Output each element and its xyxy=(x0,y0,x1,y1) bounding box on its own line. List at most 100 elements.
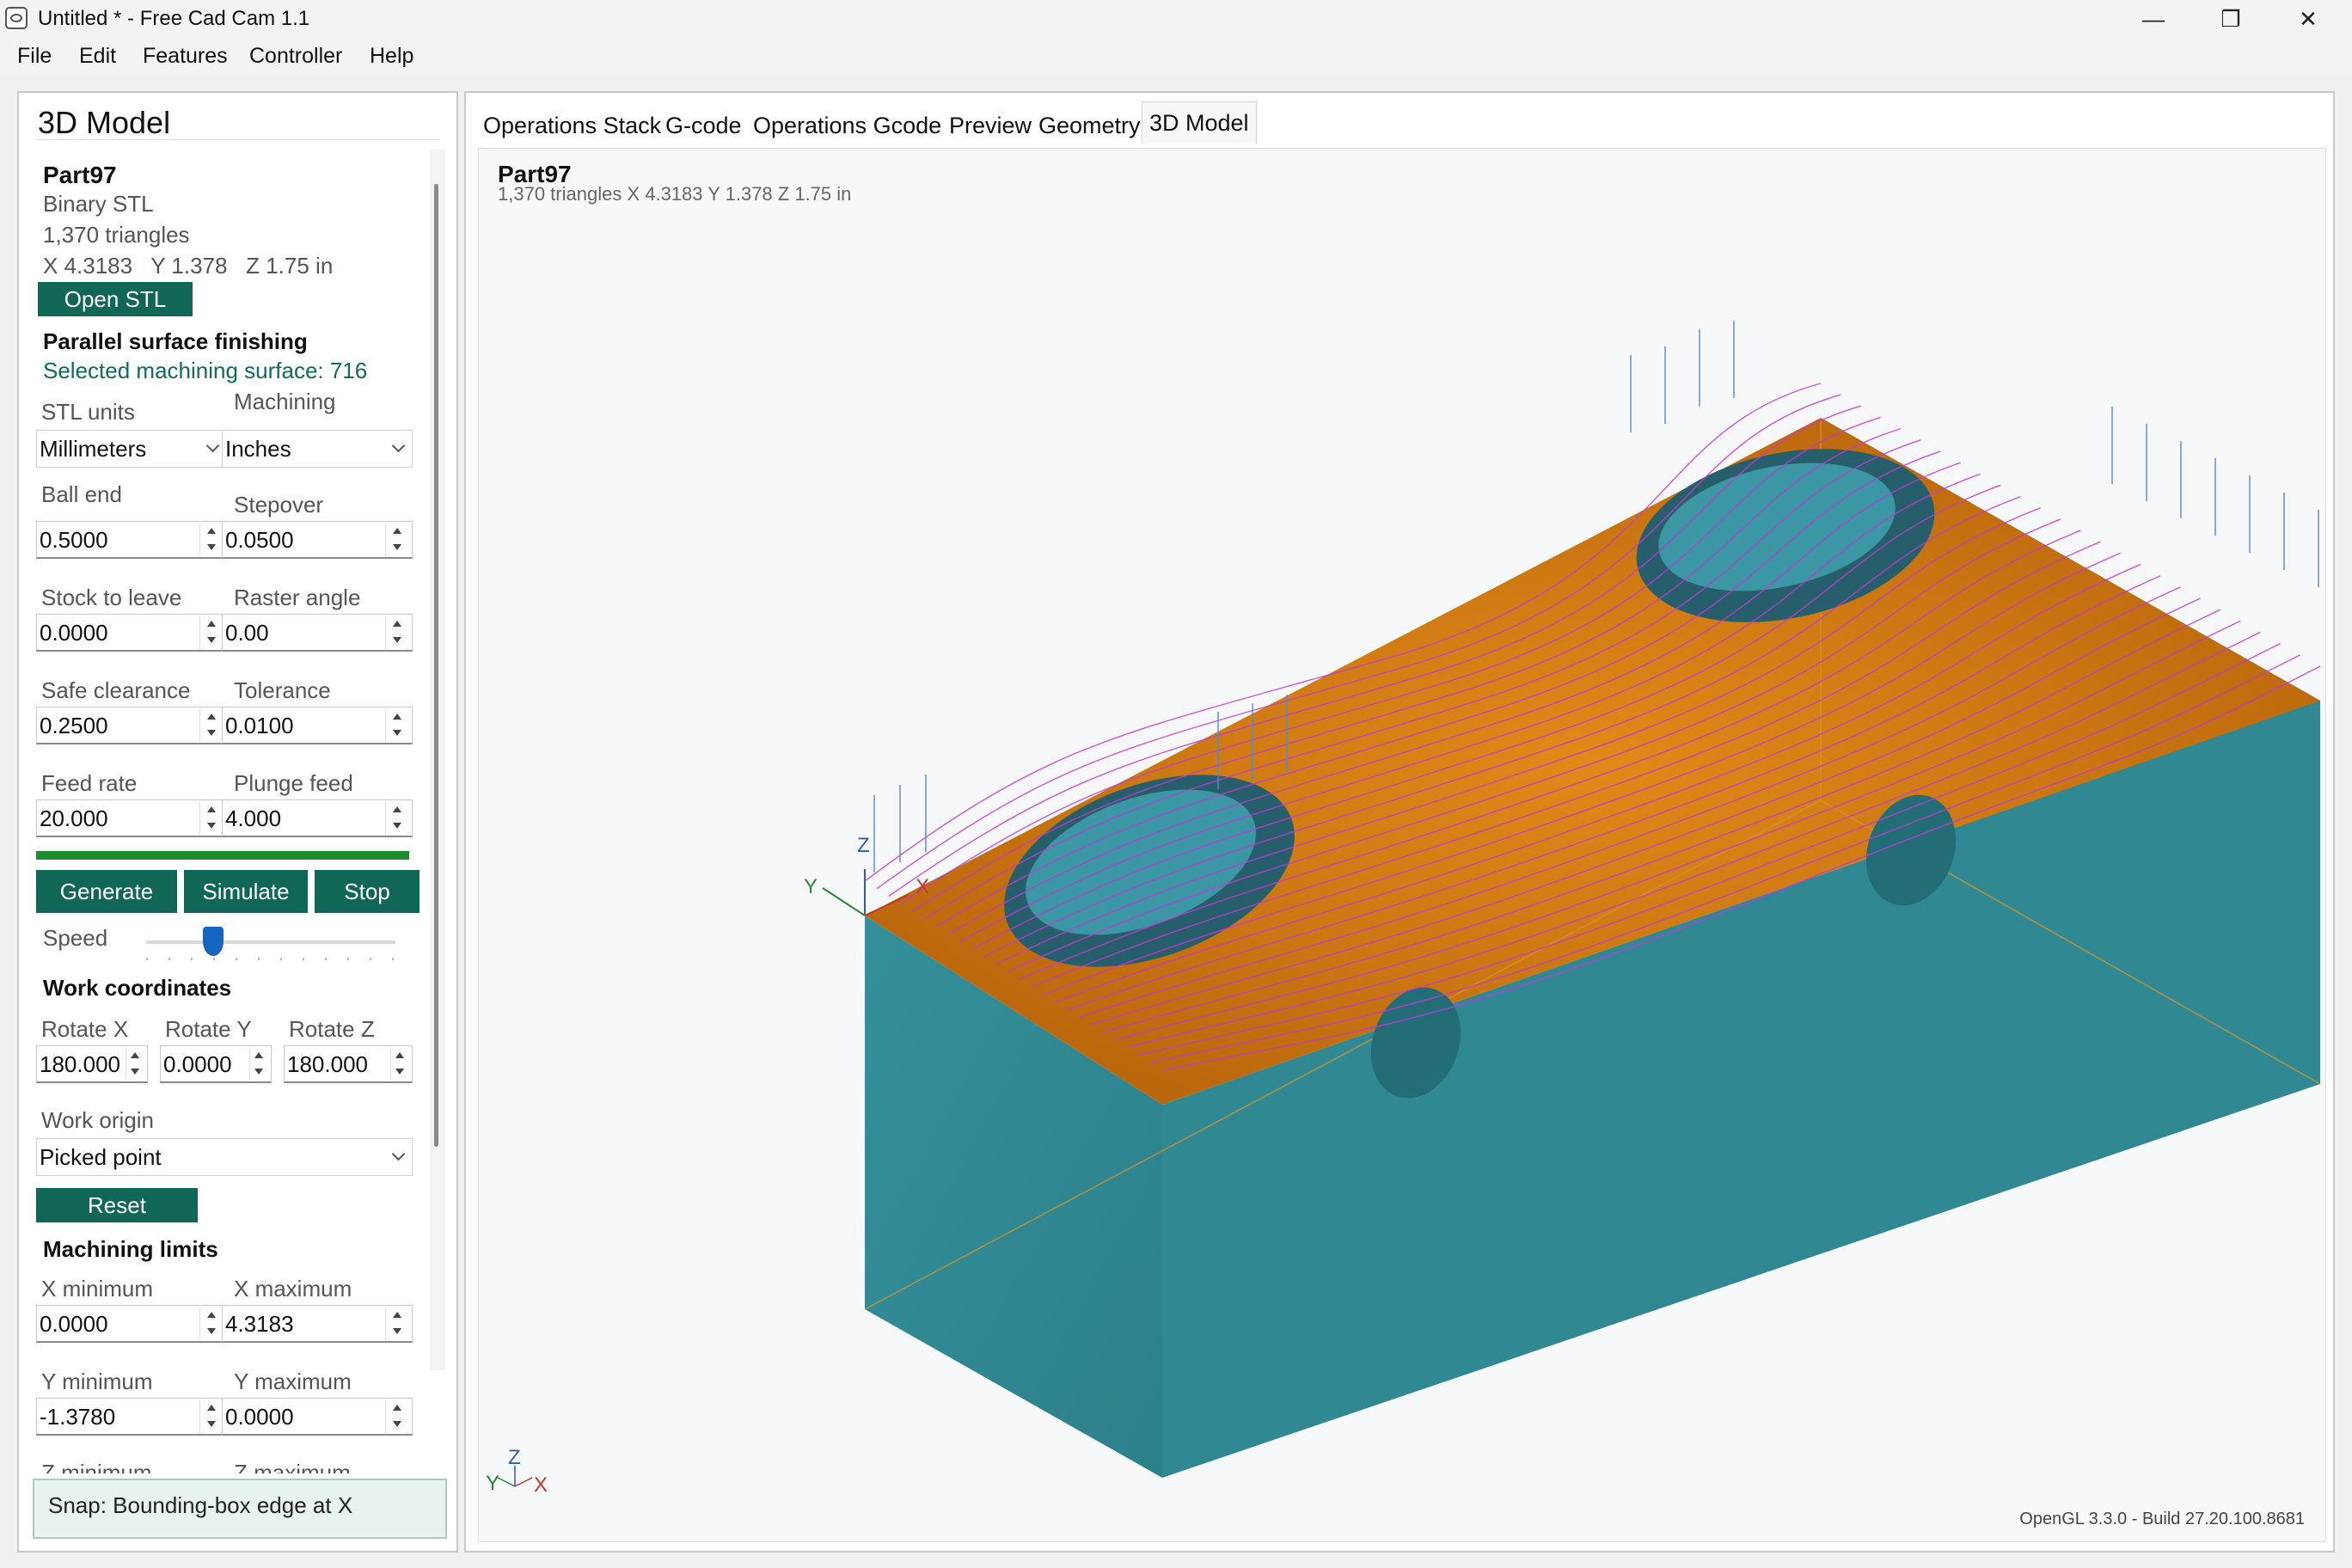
minimize-button[interactable]: — xyxy=(2115,0,2192,38)
work-origin-value: Picked point xyxy=(40,1144,162,1170)
stock-input[interactable]: 0.0000 xyxy=(36,614,227,652)
speed-slider-thumb[interactable] xyxy=(203,927,224,956)
machining-limits-heading: Machining limits xyxy=(43,1236,218,1262)
speed-slider-track[interactable] xyxy=(146,940,395,944)
x-minimum-input[interactable]: 0.0000 xyxy=(36,1305,227,1343)
tab-gcode[interactable]: G-code xyxy=(665,105,742,146)
opengl-version: OpenGL 3.3.0 - Build 27.20.100.8681 xyxy=(2019,1510,2305,1528)
stl-units-label: STL units xyxy=(41,399,135,425)
stop-button[interactable]: Stop xyxy=(315,870,420,913)
operation-name: Parallel surface finishing xyxy=(43,328,308,354)
spin-arrows[interactable] xyxy=(385,1308,410,1340)
spin-arrows[interactable] xyxy=(126,1048,145,1081)
left-panel: 3D Model Part97 Binary STL 1,370 triangl… xyxy=(17,91,458,1553)
spin-arrows[interactable] xyxy=(385,524,410,556)
model-render[interactable]: Y Z X Y Z X xyxy=(479,149,2326,1542)
menu-help[interactable]: Help xyxy=(370,44,413,69)
x-minimum-value: 0.0000 xyxy=(40,1311,108,1337)
file-type: Binary STL xyxy=(43,191,154,217)
y-maximum-input[interactable]: 0.0000 xyxy=(222,1398,413,1436)
open-stl-button[interactable]: Open STL xyxy=(38,282,193,316)
chevron-down-icon xyxy=(391,438,406,453)
plunge-feed-input[interactable]: 4.000 xyxy=(222,799,413,837)
y-maximum-label: Y maximum xyxy=(234,1369,352,1394)
tab-operations-gcode[interactable]: Operations Gcode xyxy=(753,105,941,146)
stepover-input[interactable]: 0.0500 xyxy=(222,521,413,559)
rotate-y-label: Rotate Y xyxy=(165,1016,252,1042)
viewport-info: 1,370 triangles X 4.3183 Y 1.378 Z 1.75 … xyxy=(498,183,852,205)
snap-status: Snap: Bounding-box edge at X xyxy=(33,1479,447,1539)
feed-rate-input[interactable]: 20.000 xyxy=(36,799,227,837)
panel-scrollbar[interactable] xyxy=(430,150,445,1370)
origin-y-label: Y xyxy=(804,875,818,898)
tab-preview[interactable]: Preview xyxy=(949,105,1032,146)
y-minimum-input[interactable]: -1.3780 xyxy=(36,1398,227,1436)
rotate-z-input[interactable]: 180.000 xyxy=(284,1045,413,1083)
spin-arrows[interactable] xyxy=(199,802,224,835)
stepover-value: 0.0500 xyxy=(225,527,294,553)
tolerance-input[interactable]: 0.0100 xyxy=(222,707,413,744)
triad-y-label: Y xyxy=(486,1472,499,1495)
work-origin-select[interactable]: Picked point xyxy=(36,1138,413,1176)
window-title: Untitled * - Free Cad Cam 1.1 xyxy=(38,7,310,30)
rotate-y-input[interactable]: 0.0000 xyxy=(160,1045,272,1083)
spin-arrows[interactable] xyxy=(385,802,410,835)
scrollbar-thumb[interactable] xyxy=(434,184,438,1147)
spin-arrows[interactable] xyxy=(385,616,410,649)
menu-edit[interactable]: Edit xyxy=(79,44,116,69)
spin-arrows[interactable] xyxy=(199,1308,224,1340)
work-origin-label: Work origin xyxy=(41,1107,155,1133)
origin-x-label: X xyxy=(916,875,929,898)
right-panel: Operations Stack G-code Operations Gcode… xyxy=(464,91,2335,1553)
spin-arrows[interactable] xyxy=(199,524,224,556)
rotate-x-input[interactable]: 180.000 xyxy=(36,1045,148,1083)
x-maximum-value: 4.3183 xyxy=(225,1311,294,1337)
reset-button[interactable]: Reset xyxy=(36,1188,198,1222)
spin-arrows[interactable] xyxy=(199,709,224,742)
machining-units-value: Inches xyxy=(225,436,291,462)
spin-arrows[interactable] xyxy=(385,1400,410,1433)
x-minimum-label: X minimum xyxy=(41,1276,154,1302)
3d-viewport[interactable]: Y Z X Y Z X Part97 1,370 triangles X 4.3… xyxy=(478,148,2326,1542)
safe-clearance-input[interactable]: 0.2500 xyxy=(36,707,227,744)
spin-arrows[interactable] xyxy=(249,1048,269,1081)
ball-end-label: Ball end xyxy=(41,481,122,507)
rotate-z-label: Rotate Z xyxy=(289,1016,375,1042)
tab-3d-model[interactable]: 3D Model xyxy=(1142,101,1257,144)
tab-geometry[interactable]: Geometry xyxy=(1038,105,1141,146)
safe-clearance-label: Safe clearance xyxy=(41,677,191,703)
close-button[interactable]: ✕ xyxy=(2269,0,2347,38)
tab-operations-stack[interactable]: Operations Stack xyxy=(483,105,661,146)
stock-value: 0.0000 xyxy=(40,620,108,646)
spin-arrows[interactable] xyxy=(390,1048,410,1081)
part-dimensions: X 4.3183 Y 1.378 Z 1.75 in xyxy=(43,253,334,279)
rotate-z-value: 180.000 xyxy=(287,1051,368,1077)
progress-bar xyxy=(36,851,409,860)
stl-units-select[interactable]: Millimeters xyxy=(36,430,227,468)
ball-end-input[interactable]: 0.5000 xyxy=(36,521,227,559)
tolerance-value: 0.0100 xyxy=(225,713,294,738)
x-maximum-input[interactable]: 4.3183 xyxy=(222,1305,413,1343)
rotate-y-value: 0.0000 xyxy=(163,1051,232,1077)
title-bar: Untitled * - Free Cad Cam 1.1 — ❐ ✕ xyxy=(0,0,2352,38)
generate-button[interactable]: Generate xyxy=(36,870,177,913)
y-maximum-value: 0.0000 xyxy=(225,1404,294,1430)
spin-arrows[interactable] xyxy=(199,1400,224,1433)
menu-controller[interactable]: Controller xyxy=(249,44,342,69)
machining-units-select[interactable]: Inches xyxy=(222,430,413,468)
raster-input[interactable]: 0.00 xyxy=(222,614,413,652)
work-coordinates-heading: Work coordinates xyxy=(43,975,232,1001)
spin-arrows[interactable] xyxy=(199,616,224,649)
stepover-label: Stepover xyxy=(234,492,324,518)
simulate-button[interactable]: Simulate xyxy=(184,870,308,913)
feed-rate-value: 20.000 xyxy=(40,805,108,831)
menu-file[interactable]: File xyxy=(17,44,52,69)
menu-features[interactable]: Features xyxy=(143,44,228,69)
z-maximum-label: Z maximum xyxy=(234,1460,351,1473)
z-minimum-label: Z minimum xyxy=(41,1460,152,1473)
spin-arrows[interactable] xyxy=(385,709,410,742)
maximize-button[interactable]: ❐ xyxy=(2192,0,2269,38)
rotate-x-value: 180.000 xyxy=(40,1051,120,1077)
raster-value: 0.00 xyxy=(225,620,269,646)
chevron-down-icon xyxy=(205,438,220,453)
